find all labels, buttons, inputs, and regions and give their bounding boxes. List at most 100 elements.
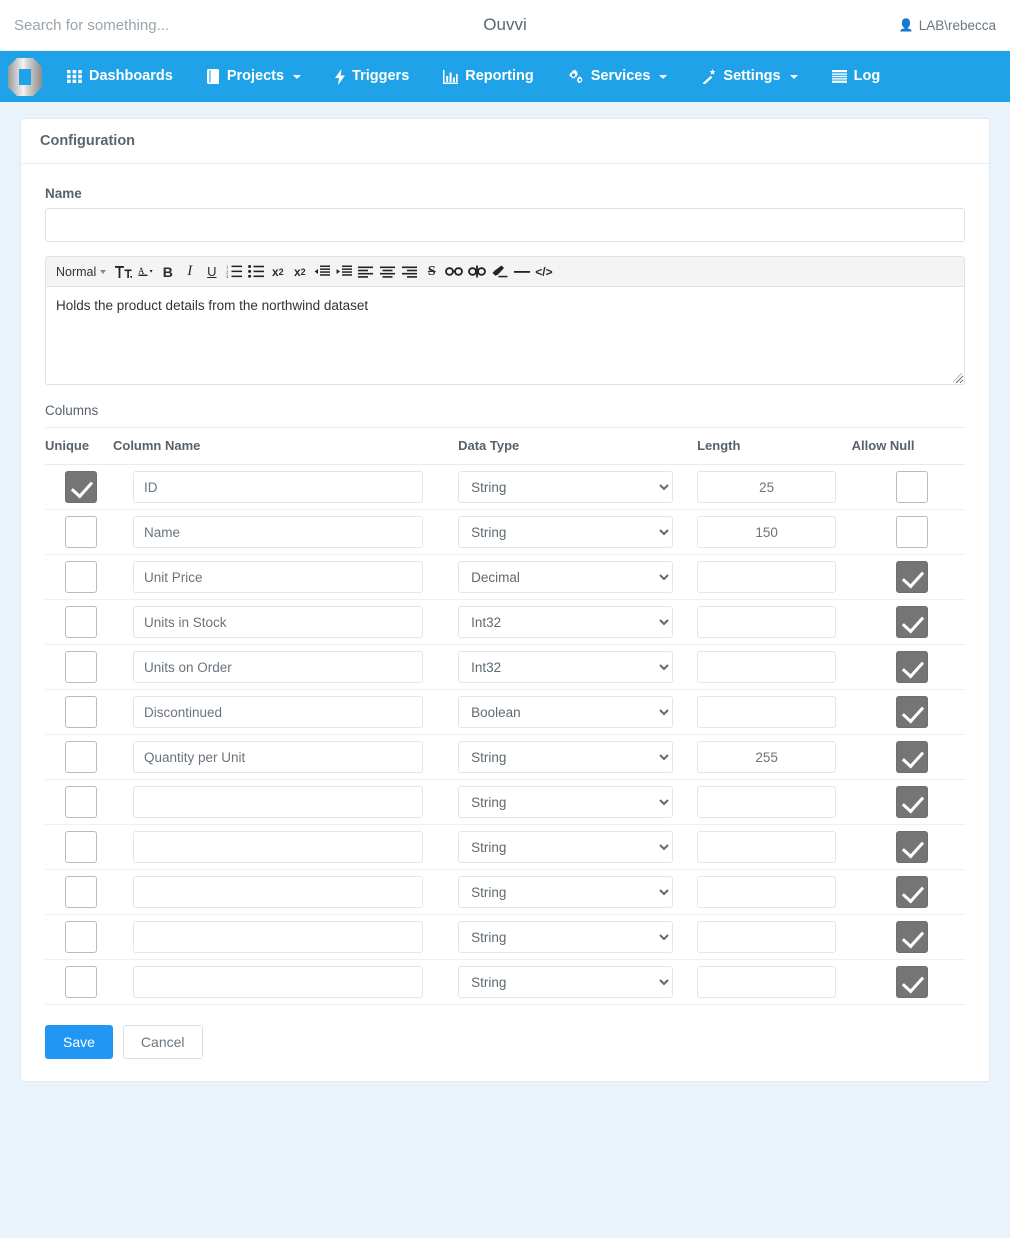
subscript-icon[interactable]: x2: [267, 259, 288, 285]
code-view-icon[interactable]: </>: [533, 259, 554, 285]
allow-null-checkbox[interactable]: [895, 651, 928, 683]
unique-checkbox[interactable]: [65, 921, 97, 953]
data-type-select[interactable]: StringInt32DecimalBooleanDateTimeGuid: [458, 786, 674, 818]
column-name-input[interactable]: [132, 741, 423, 773]
italic-icon[interactable]: I: [179, 259, 200, 285]
column-name-input[interactable]: [132, 561, 423, 593]
data-type-select[interactable]: StringInt32DecimalBooleanDateTimeGuid: [458, 831, 674, 863]
description-editor-content[interactable]: Holds the product details from the north…: [45, 286, 965, 385]
nav-item-services[interactable]: Services: [551, 51, 685, 102]
length-input[interactable]: [697, 921, 837, 953]
indent-icon[interactable]: [333, 259, 354, 285]
column-name-input[interactable]: [132, 651, 423, 683]
align-right-icon[interactable]: [399, 259, 420, 285]
unique-checkbox[interactable]: [65, 606, 97, 638]
column-name-input[interactable]: [132, 606, 423, 638]
data-type-select[interactable]: StringInt32DecimalBooleanDateTimeGuid: [458, 921, 674, 953]
align-center-icon[interactable]: [377, 259, 398, 285]
name-input[interactable]: [45, 208, 965, 242]
strikethrough-icon[interactable]: S: [421, 259, 442, 285]
length-input[interactable]: [697, 786, 837, 818]
font-size-icon[interactable]: [113, 259, 134, 285]
allow-null-checkbox[interactable]: [895, 741, 928, 773]
length-input[interactable]: [697, 651, 837, 683]
unique-checkbox[interactable]: [65, 651, 97, 683]
nav-item-settings[interactable]: Settings: [684, 51, 814, 102]
unique-checkbox[interactable]: [65, 741, 97, 773]
search-input[interactable]: [0, 0, 360, 50]
save-button[interactable]: Save: [45, 1025, 113, 1059]
data-type-select[interactable]: StringInt32DecimalBooleanDateTimeGuid: [458, 741, 674, 773]
nav-item-reporting[interactable]: Reporting: [426, 51, 550, 102]
unique-checkbox[interactable]: [65, 516, 97, 548]
format-picker[interactable]: Normal: [52, 259, 112, 285]
cell-column-name: [112, 689, 459, 735]
outdent-icon[interactable]: [311, 259, 332, 285]
length-input[interactable]: [697, 741, 837, 773]
cell-data-type: StringInt32DecimalBooleanDateTimeGuid: [458, 464, 698, 510]
nav-item-triggers[interactable]: Triggers: [318, 51, 426, 102]
unique-checkbox[interactable]: [65, 561, 97, 593]
link-icon[interactable]: [443, 259, 465, 285]
allow-null-checkbox[interactable]: [895, 471, 928, 503]
allow-null-checkbox[interactable]: [895, 831, 928, 863]
cell-allow-null: [851, 554, 965, 600]
underline-icon[interactable]: U: [201, 259, 222, 285]
ouvvi-logo-icon[interactable]: [0, 51, 50, 102]
length-input[interactable]: [697, 876, 837, 908]
column-name-input[interactable]: [132, 921, 423, 953]
unique-checkbox[interactable]: [65, 786, 97, 818]
column-name-input[interactable]: [132, 696, 423, 728]
data-type-select[interactable]: StringInt32DecimalBooleanDateTimeGuid: [458, 696, 674, 728]
unique-checkbox[interactable]: [65, 966, 97, 998]
allow-null-checkbox[interactable]: [895, 786, 928, 818]
length-input[interactable]: [697, 966, 837, 998]
data-type-select[interactable]: StringInt32DecimalBooleanDateTimeGuid: [458, 471, 674, 503]
unique-checkbox[interactable]: [65, 876, 97, 908]
data-type-select[interactable]: StringInt32DecimalBooleanDateTimeGuid: [458, 606, 674, 638]
column-name-input[interactable]: [132, 471, 423, 503]
user-menu[interactable]: 👤 LAB\rebecca: [899, 18, 996, 33]
cell-unique: [45, 554, 113, 600]
cancel-button[interactable]: Cancel: [122, 1025, 203, 1059]
allow-null-checkbox[interactable]: [895, 516, 928, 548]
highlight-icon[interactable]: [489, 259, 510, 285]
column-name-input[interactable]: [132, 831, 423, 863]
allow-null-checkbox[interactable]: [895, 966, 928, 998]
unique-checkbox[interactable]: [65, 831, 97, 863]
length-input[interactable]: [697, 606, 837, 638]
length-input[interactable]: [697, 696, 837, 728]
data-type-select[interactable]: StringInt32DecimalBooleanDateTimeGuid: [458, 561, 674, 593]
allow-null-checkbox[interactable]: [895, 921, 928, 953]
length-input[interactable]: [697, 561, 837, 593]
column-name-input[interactable]: [132, 966, 423, 998]
nav-item-dashboards[interactable]: Dashboards: [50, 51, 190, 102]
column-name-input[interactable]: [132, 516, 423, 548]
length-input[interactable]: [697, 471, 837, 503]
data-type-select[interactable]: StringInt32DecimalBooleanDateTimeGuid: [458, 516, 674, 548]
allow-null-checkbox[interactable]: [895, 606, 928, 638]
unique-checkbox[interactable]: [65, 696, 97, 728]
nav-item-projects[interactable]: Projects: [190, 51, 318, 102]
allow-null-checkbox[interactable]: [895, 876, 928, 908]
data-type-select[interactable]: StringInt32DecimalBooleanDateTimeGuid: [458, 651, 674, 683]
superscript-icon[interactable]: x2: [289, 259, 310, 285]
unlink-icon[interactable]: [466, 259, 488, 285]
align-left-icon[interactable]: [355, 259, 376, 285]
unique-checkbox[interactable]: [65, 471, 97, 503]
column-name-input[interactable]: [132, 876, 423, 908]
horizontal-rule-icon[interactable]: [511, 259, 532, 285]
data-type-select[interactable]: StringInt32DecimalBooleanDateTimeGuid: [458, 966, 674, 998]
nav-item-log[interactable]: Log: [815, 51, 898, 102]
length-input[interactable]: [697, 516, 837, 548]
length-input[interactable]: [697, 831, 837, 863]
ordered-list-icon[interactable]: 1 2 3: [223, 259, 244, 285]
data-type-select[interactable]: StringInt32DecimalBooleanDateTimeGuid: [458, 876, 674, 908]
column-name-input[interactable]: [132, 786, 423, 818]
allow-null-checkbox[interactable]: [895, 561, 928, 593]
bold-icon[interactable]: B: [157, 259, 178, 285]
cell-unique: [45, 779, 113, 825]
bullet-list-icon[interactable]: [245, 259, 266, 285]
text-color-icon[interactable]: A: [135, 259, 156, 285]
allow-null-checkbox[interactable]: [895, 696, 928, 728]
